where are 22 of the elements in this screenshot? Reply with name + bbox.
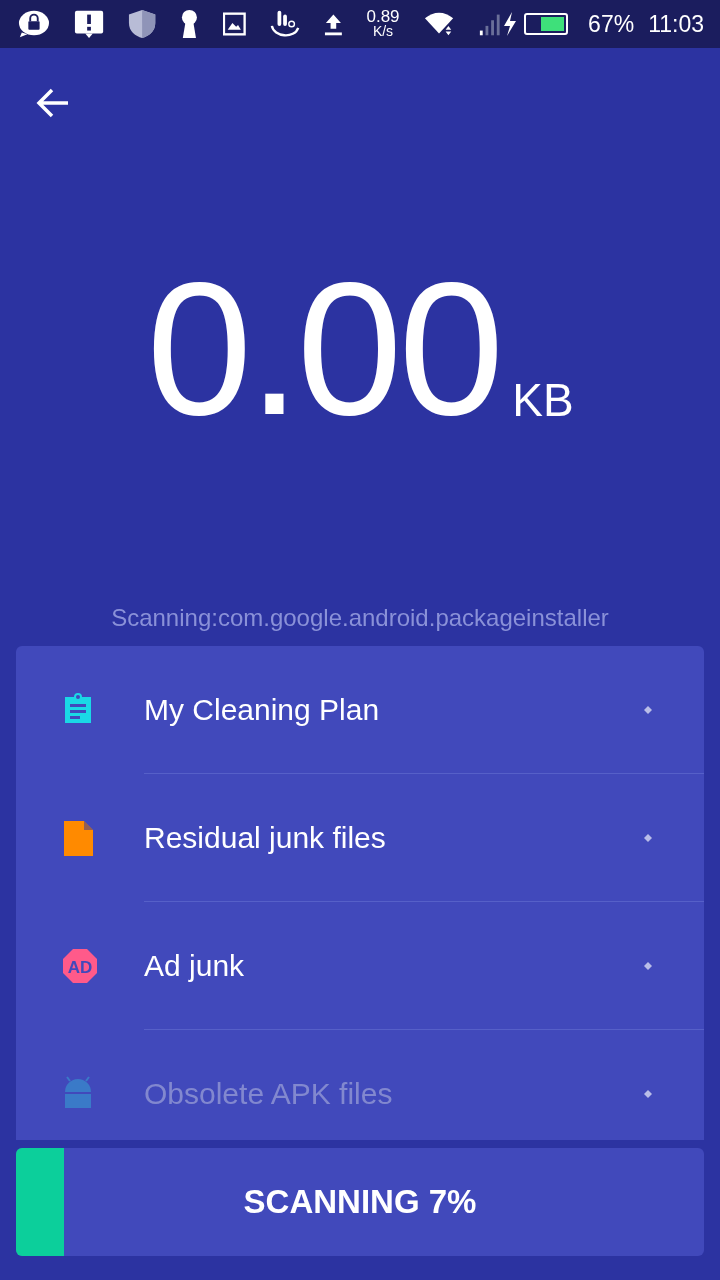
network-speed-unit: K/s <box>371 24 395 39</box>
size-value: 0.00 <box>146 253 501 453</box>
keyhole-icon <box>180 8 200 40</box>
shield-icon <box>128 8 157 40</box>
clock: 11:03 <box>648 9 704 39</box>
item-label[interactable]: Ad junk <box>144 943 245 988</box>
scan-progress-button[interactable]: SCANNING 7% <box>16 1148 704 1256</box>
alert-message-icon <box>73 9 105 39</box>
charging-icon <box>502 11 519 37</box>
item-label[interactable]: My Cleaning Plan <box>144 687 380 732</box>
lock-notification-icon <box>18 9 50 39</box>
size-unit: KB <box>512 373 574 428</box>
item-label[interactable]: Residual junk files <box>144 815 386 860</box>
back-icon[interactable] <box>36 88 70 118</box>
image-icon <box>223 12 246 36</box>
network-speed-text: 0.89 <box>366 9 400 24</box>
battery-icon <box>524 13 569 35</box>
touch-gesture-icon <box>269 8 300 40</box>
scanning-status-text: Scanning:com.google.android.packageinstaller <box>111 603 609 633</box>
ad-icon: AD <box>62 948 98 984</box>
battery-percent: 67% <box>588 9 635 39</box>
wifi-icon <box>423 10 454 38</box>
